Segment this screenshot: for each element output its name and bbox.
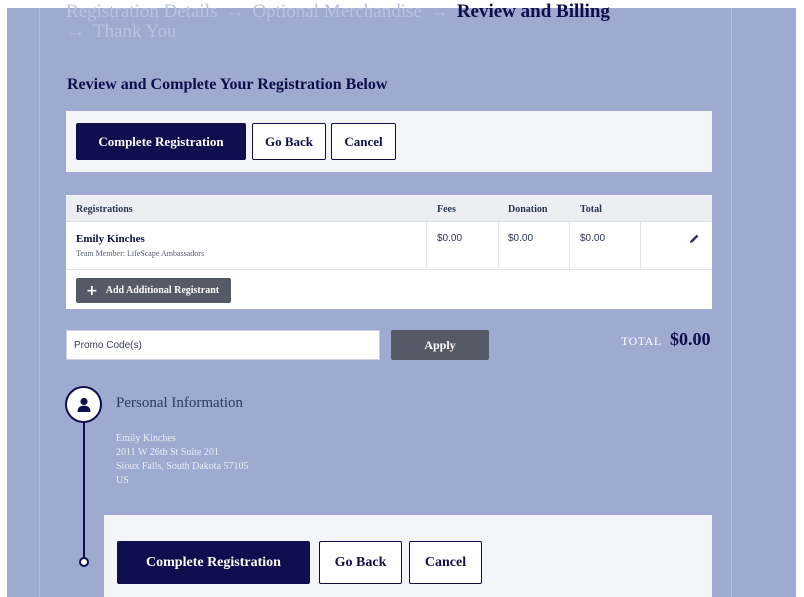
row-donation: $0.00 [508, 233, 534, 244]
step-thank-you: Thank You [93, 21, 177, 42]
complete-registration-button[interactable]: Complete Registration [76, 123, 246, 160]
column-divider-left [39, 8, 40, 597]
step-arrow-icon: → [225, 1, 245, 22]
timeline-line [83, 421, 85, 560]
address-name: Emily Kinches [116, 433, 176, 444]
step-review-and-billing: Review and Billing [456, 1, 610, 22]
column-separator [426, 222, 427, 270]
column-separator [569, 222, 570, 270]
cancel-button[interactable]: Cancel [331, 123, 396, 160]
add-registrant-label: Add Additional Registrant [105, 285, 220, 296]
row-fees: $0.00 [437, 233, 463, 244]
header-total: Total [580, 204, 602, 215]
registrant-name: Emily Kinches [76, 233, 145, 245]
step-arrow-icon: → [66, 21, 85, 42]
column-separator [640, 222, 641, 270]
step-arrow-icon: → [429, 1, 449, 22]
personal-information-title: Personal Information [116, 395, 244, 411]
go-back-button[interactable]: Go Back [319, 541, 402, 584]
user-icon [65, 386, 102, 423]
personal-address: Emily Kinches 2011 W 26th St Suite 201 S… [116, 432, 249, 488]
pencil-icon[interactable] [687, 232, 701, 246]
progress-steps: Registration Details → Optional Merchandis… [66, 2, 686, 42]
table-header: Registrations Fees Donation Total [66, 195, 712, 222]
timeline-dot [79, 557, 89, 567]
bottom-actions-panel: Complete Registration Go Back Cancel [104, 515, 712, 597]
address-country: US [116, 475, 129, 486]
header-donation: Donation [508, 204, 548, 215]
cancel-button[interactable]: Cancel [409, 541, 482, 584]
registration-page: Registration Details → Optional Merchandis… [7, 2, 796, 597]
total-label: TOTAL [621, 334, 662, 348]
address-line2: Sioux Falls, South Dakota 57105 [116, 461, 249, 472]
add-additional-registrant-button[interactable]: + Add Additional Registrant [76, 278, 231, 303]
column-separator [498, 222, 499, 270]
promo-code-input[interactable]: Promo Code(s) [66, 330, 380, 360]
table-row: Emily Kinches Team Member: LifeScape Amb… [66, 222, 712, 270]
step-optional-merchandise: Optional Merchandise [252, 1, 422, 22]
column-divider-right [731, 8, 732, 597]
top-actions-panel: Complete Registration Go Back Cancel [66, 111, 712, 172]
registrations-table: Registrations Fees Donation Total Emily … [66, 195, 712, 309]
page-heading: Review and Complete Your Registration Be… [67, 76, 388, 93]
header-fees: Fees [437, 204, 456, 215]
complete-registration-button[interactable]: Complete Registration [117, 541, 310, 584]
header-registrations: Registrations [76, 204, 133, 215]
apply-button[interactable]: Apply [391, 330, 489, 360]
address-line1: 2011 W 26th St Suite 201 [116, 447, 219, 458]
row-total: $0.00 [580, 233, 606, 244]
registrant-team: Team Member: LifeScape Ambassadors [76, 249, 205, 258]
step-registration-details: Registration Details [66, 1, 218, 22]
plus-icon: + [86, 282, 98, 299]
go-back-button[interactable]: Go Back [252, 123, 326, 160]
total-value: $0.00 [670, 329, 711, 349]
